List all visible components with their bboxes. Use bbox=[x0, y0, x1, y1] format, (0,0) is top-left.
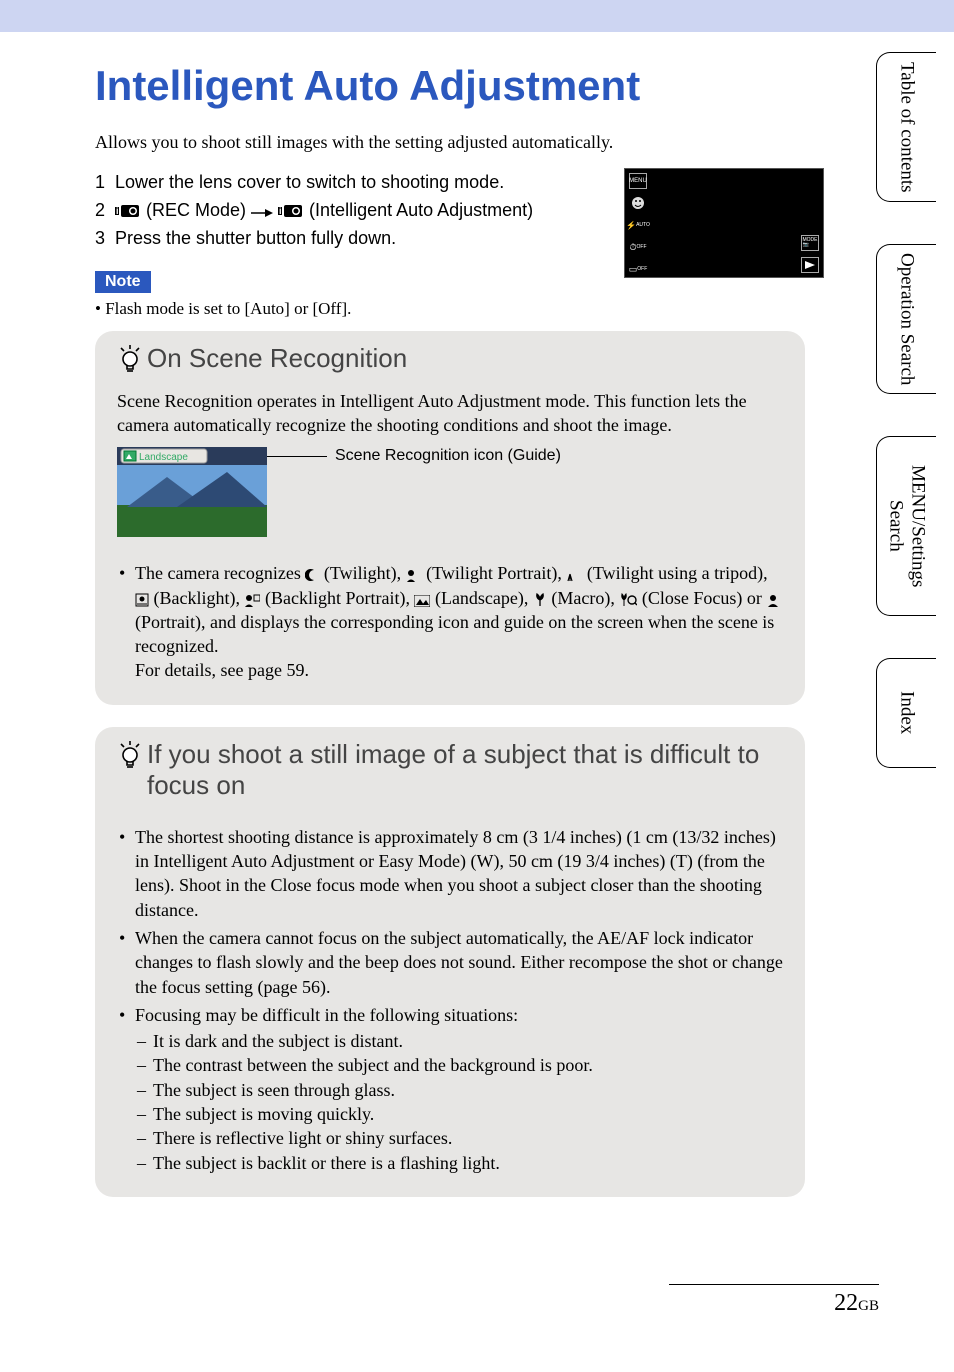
twilight-icon bbox=[305, 568, 319, 582]
step-2: 2 i (REC Mode) i (Intelligent Auto Adjus… bbox=[95, 197, 585, 225]
sub-item: The contrast between the subject and the… bbox=[135, 1053, 783, 1077]
sub-item: It is dark and the subject is distant. bbox=[135, 1029, 783, 1053]
bullet-pretext: The camera recognizes bbox=[135, 563, 305, 583]
tab-index[interactable]: Index bbox=[876, 658, 936, 768]
smile-icon[interactable] bbox=[629, 195, 647, 211]
list-item: When the camera cannot focus on the subj… bbox=[117, 926, 783, 999]
step-number: 1 bbox=[95, 169, 115, 197]
sub-list: It is dark and the subject is distant. T… bbox=[135, 1029, 783, 1175]
note-label: Note bbox=[95, 271, 151, 293]
backlight-icon bbox=[135, 593, 149, 607]
tip-scene-recognition: On Scene Recognition Scene Recognition o… bbox=[95, 331, 805, 705]
portrait-icon bbox=[766, 593, 780, 607]
twilight-tripod-icon bbox=[566, 568, 582, 582]
list-item: The shortest shooting distance is approx… bbox=[117, 825, 783, 922]
intro-text: Allows you to shoot still images with th… bbox=[95, 132, 780, 153]
page-number: 22GB bbox=[834, 1290, 879, 1317]
scene-thumbnail-row: Landscape Scene Recognition icon (Guide) bbox=[117, 447, 783, 537]
page-number-value: 22 bbox=[834, 1290, 858, 1316]
step-number: 3 bbox=[95, 225, 115, 253]
step2-suffix: (Intelligent Auto Adjustment) bbox=[304, 200, 533, 220]
page-number-suffix: GB bbox=[858, 1298, 879, 1314]
step-1: 1 Lower the lens cover to switch to shoo… bbox=[95, 169, 585, 197]
thumb-label: Landscape bbox=[139, 452, 188, 463]
landscape-icon bbox=[414, 595, 430, 607]
page-title: Intelligent Auto Adjustment bbox=[95, 62, 780, 110]
t: (Twilight), bbox=[319, 563, 405, 583]
focus-bullet-list: The shortest shooting distance is approx… bbox=[117, 825, 783, 1175]
flash-auto-icon[interactable]: ⚡AUTO bbox=[629, 217, 647, 233]
t: (Backlight Portrait), bbox=[260, 588, 414, 608]
tip-paragraph: Scene Recognition operates in Intelligen… bbox=[117, 389, 783, 438]
scene-thumbnail: Landscape bbox=[117, 447, 267, 537]
menu-icon[interactable]: MENU bbox=[629, 173, 647, 189]
tab-table-of-contents[interactable]: Table of contents bbox=[876, 52, 936, 202]
mode-icon[interactable]: MODE📷 bbox=[801, 235, 819, 251]
step-text: Lower the lens cover to switch to shooti… bbox=[115, 169, 585, 197]
twilight-portrait-icon bbox=[406, 568, 422, 582]
leader-line bbox=[267, 456, 327, 457]
tip-title-text: If you shoot a still image of a subject … bbox=[147, 739, 783, 801]
step-text: Press the shutter button fully down. bbox=[115, 225, 585, 253]
details-line: For details, see page 59. bbox=[135, 660, 309, 680]
tab-operation-search[interactable]: Operation Search bbox=[876, 244, 936, 394]
t: (Landscape), bbox=[430, 588, 532, 608]
tip-title-text: On Scene Recognition bbox=[147, 343, 407, 374]
close-focus-icon bbox=[619, 593, 637, 607]
rec-mode-icon: i bbox=[115, 203, 141, 219]
lightbulb-icon bbox=[117, 345, 143, 375]
burst-off-icon[interactable]: ▭OFF bbox=[629, 261, 647, 277]
tip-title: On Scene Recognition bbox=[117, 343, 783, 375]
camera-lcd-mock: MENU ⚡AUTO ⏱OFF ▭OFF MODE📷 bbox=[624, 168, 824, 278]
backlight-portrait-icon bbox=[244, 593, 260, 607]
list-item: Focusing may be difficult in the followi… bbox=[117, 1003, 783, 1175]
t: (Portrait), and displays the correspondi… bbox=[135, 612, 774, 656]
scene-caption: Scene Recognition icon (Guide) bbox=[335, 447, 561, 465]
tip-title: If you shoot a still image of a subject … bbox=[117, 739, 783, 801]
t: (Twilight Portrait), bbox=[422, 563, 567, 583]
intelligent-auto-icon: i bbox=[278, 203, 304, 219]
lightbulb-icon bbox=[117, 741, 143, 771]
t: (Twilight using a tripod), bbox=[582, 563, 767, 583]
scene-bullet-list: The camera recognizes (Twilight), (Twili… bbox=[117, 561, 783, 682]
sub-item: The subject is seen through glass. bbox=[135, 1078, 783, 1102]
t: (Close Focus) or bbox=[637, 588, 766, 608]
step-number: 2 bbox=[95, 197, 115, 225]
sub-item: There is reflective light or shiny surfa… bbox=[135, 1126, 783, 1150]
header-bar bbox=[0, 0, 954, 32]
steps-list: 1 Lower the lens cover to switch to shoo… bbox=[95, 169, 585, 253]
list-item-text: Focusing may be difficult in the followi… bbox=[135, 1005, 518, 1025]
t: (Backlight), bbox=[149, 588, 244, 608]
sub-item: The subject is backlit or there is a fla… bbox=[135, 1151, 783, 1175]
step-3: 3 Press the shutter button fully down. bbox=[95, 225, 585, 253]
svg-text:i: i bbox=[279, 206, 282, 216]
macro-icon bbox=[533, 593, 547, 607]
note-text: Flash mode is set to [Auto] or [Off]. bbox=[95, 299, 780, 319]
play-icon[interactable] bbox=[801, 257, 819, 273]
timer-off-icon[interactable]: ⏱OFF bbox=[629, 239, 647, 255]
sub-item: The subject is moving quickly. bbox=[135, 1102, 783, 1126]
side-tabs: Table of contents Operation Search MENU/… bbox=[876, 52, 936, 768]
scene-list-item: The camera recognizes (Twilight), (Twili… bbox=[117, 561, 783, 682]
svg-text:i: i bbox=[116, 206, 119, 216]
step2-prefix: (REC Mode) bbox=[141, 200, 251, 220]
tab-menu-settings-search[interactable]: MENU/Settings Search bbox=[876, 436, 936, 616]
arrow-right-icon bbox=[251, 207, 273, 219]
t: (Macro), bbox=[547, 588, 619, 608]
step-text: i (REC Mode) i (Intelligent Auto Adjustm… bbox=[115, 197, 585, 225]
tip-difficult-focus: If you shoot a still image of a subject … bbox=[95, 727, 805, 1197]
